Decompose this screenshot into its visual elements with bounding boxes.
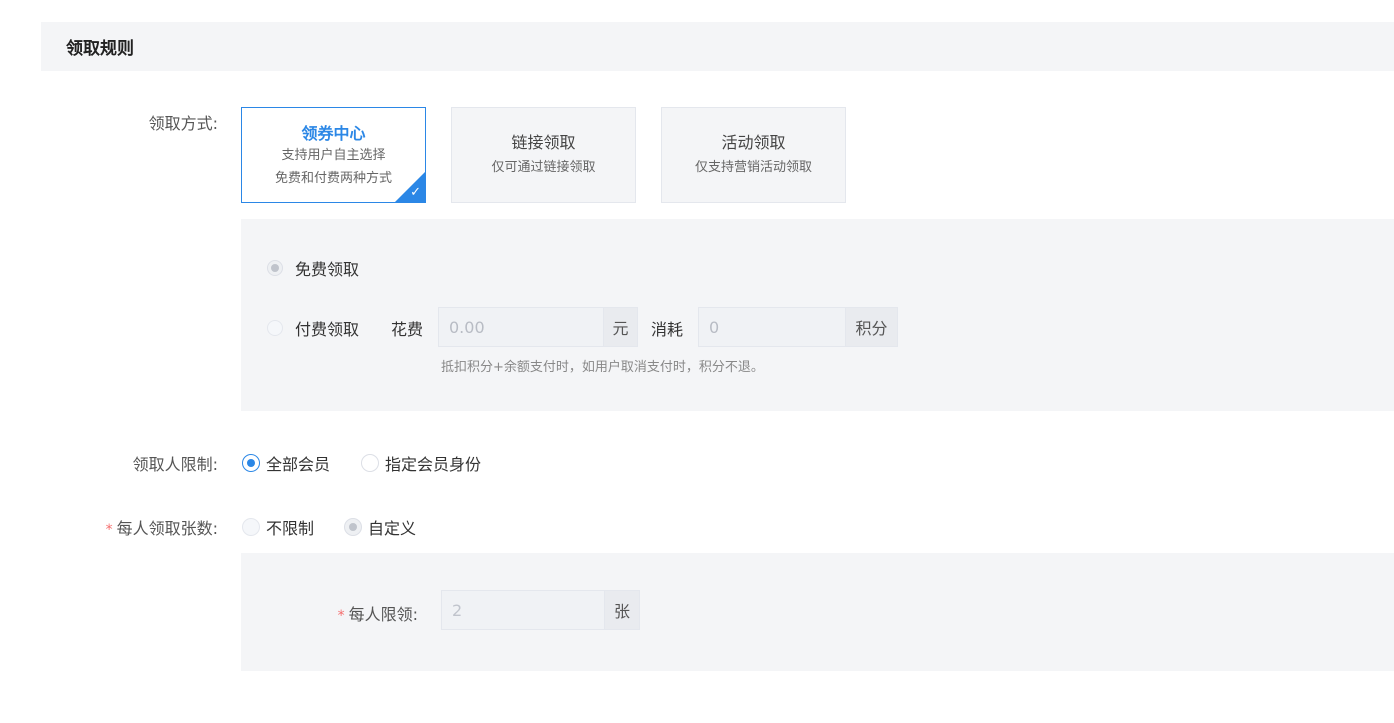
all-members-radio[interactable]: 全部会员 (242, 451, 330, 475)
specific-members-radio[interactable]: 指定会员身份 (361, 451, 481, 475)
custom-radio[interactable]: 自定义 (344, 515, 416, 539)
receive-method-label: 领取方式: (148, 114, 218, 133)
limit-text: 每人限领: (348, 605, 418, 624)
points-hint: 抵扣积分+余额支付时，如用户取消支付时，积分不退。 (441, 360, 764, 375)
custom-label: 自定义 (368, 519, 417, 538)
radio-icon (361, 454, 379, 472)
limit-unit: 张 (604, 590, 640, 630)
specific-members-label: 指定会员身份 (385, 455, 482, 474)
card-coupon-center[interactable]: 领券中心 支持用户自主选择 免费和付费两种方式 ✓ (241, 107, 426, 203)
radio-icon (242, 454, 260, 472)
cost-input[interactable] (438, 307, 603, 347)
limit-label: * 每人限领: (280, 601, 418, 625)
all-members-label: 全部会员 (266, 455, 331, 474)
section-title: 领取规则 (66, 39, 134, 59)
radio-icon (267, 320, 283, 336)
free-receive-label: 免费领取 (295, 260, 360, 279)
free-receive-radio[interactable]: 免费领取 (267, 256, 359, 280)
unlimited-label: 不限制 (266, 519, 315, 538)
card-desc: 免费和付费两种方式 (274, 171, 392, 186)
receiver-limit-label: 领取人限制: (132, 455, 218, 474)
section-header: 领取规则 (41, 22, 1394, 71)
card-desc: 支持用户自主选择 (281, 148, 386, 163)
per-person-count-label: * 每人领取张数: (60, 515, 218, 539)
card-title: 链接领取 (511, 133, 576, 152)
per-person-count-text: 每人领取张数: (116, 519, 218, 538)
points-input[interactable] (698, 307, 845, 347)
card-title: 领券中心 (301, 124, 366, 143)
required-mark: * (105, 522, 113, 538)
limit-input-group: 张 (441, 590, 640, 630)
cost-unit: 元 (603, 307, 638, 347)
paid-receive-label: 付费领取 (295, 320, 360, 339)
radio-icon (344, 518, 362, 536)
points-unit: 积分 (845, 307, 898, 347)
unlimited-radio[interactable]: 不限制 (242, 515, 314, 539)
required-mark: * (337, 608, 345, 624)
limit-input[interactable] (441, 590, 604, 630)
card-link-receive[interactable]: 链接领取 仅可通过链接领取 (451, 107, 636, 203)
consume-label: 消耗 (651, 320, 684, 339)
card-desc: 仅支持营销活动领取 (694, 160, 812, 175)
paid-receive-radio[interactable]: 付费领取 (267, 316, 359, 340)
points-input-group: 积分 (698, 307, 898, 347)
check-icon: ✓ (410, 185, 421, 200)
card-title: 活动领取 (721, 133, 786, 152)
cost-label: 花费 (391, 320, 424, 339)
card-desc: 仅可通过链接领取 (491, 160, 596, 175)
cost-input-group: 元 (438, 307, 638, 347)
radio-icon (242, 518, 260, 536)
radio-icon (267, 260, 283, 276)
card-activity-receive[interactable]: 活动领取 仅支持营销活动领取 (661, 107, 846, 203)
